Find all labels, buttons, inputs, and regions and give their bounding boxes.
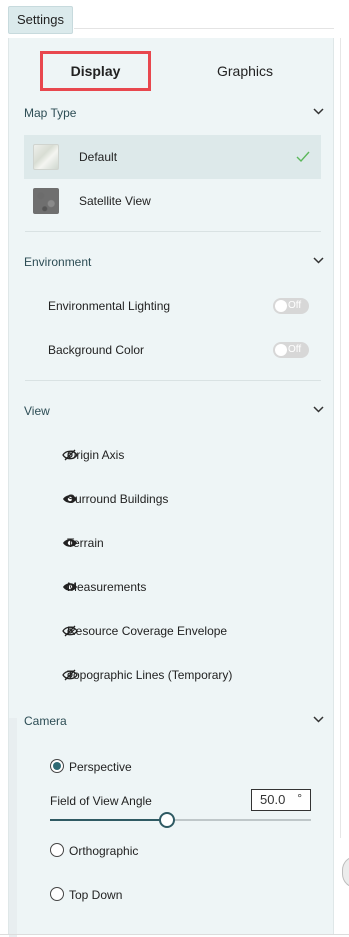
view-title: View — [24, 404, 50, 418]
fov-unit: ° — [297, 791, 302, 805]
default-map-thumbnail — [33, 144, 59, 170]
map-option-satellite[interactable]: Satellite View — [24, 179, 321, 223]
fov-slider[interactable] — [50, 812, 311, 828]
top-bar: Settings — [0, 0, 349, 38]
view-item-label: Topographic Lines (Temporary) — [67, 668, 233, 682]
chevron-down-icon — [313, 257, 324, 264]
section-header-view[interactable]: View — [24, 400, 324, 422]
settings-panel: Display Graphics Map Type Default Satell… — [8, 38, 334, 937]
top-down-radio[interactable] — [50, 887, 64, 901]
orthographic-label: Orthographic — [69, 844, 139, 858]
view-item-label: Surround Buildings — [67, 492, 169, 506]
satellite-map-thumbnail — [33, 188, 59, 214]
top-down-label: Top Down — [69, 888, 123, 902]
view-item-terrain[interactable]: Terrain — [24, 521, 321, 565]
fov-slider-fill — [50, 819, 168, 821]
map-option-default[interactable]: Default — [24, 135, 321, 179]
tab-display[interactable]: Display — [40, 51, 151, 91]
environment-lighting-label: Environmental Lighting — [48, 299, 171, 313]
section-divider — [25, 380, 321, 381]
top-divider — [74, 28, 334, 29]
toggle-state-label: Off — [288, 300, 302, 311]
view-item-surround-buildings[interactable]: Surround Buildings — [24, 477, 321, 521]
checkmark-icon — [296, 151, 310, 163]
map-type-title: Map Type — [24, 106, 77, 120]
right-divider — [340, 38, 341, 838]
chevron-down-icon — [313, 716, 324, 723]
fov-value: 50.0 — [260, 792, 286, 807]
background-color-toggle[interactable]: Off — [273, 342, 309, 358]
map-option-label: Default — [79, 150, 118, 164]
settings-button[interactable]: Settings — [8, 6, 73, 34]
fov-slider-thumb[interactable] — [159, 812, 176, 828]
perspective-label: Perspective — [69, 760, 132, 774]
panel-edge-handle[interactable] — [342, 856, 349, 888]
environment-lighting-toggle[interactable]: Off — [273, 298, 309, 314]
section-divider — [25, 231, 321, 232]
view-item-measurements[interactable]: Measurements — [24, 565, 321, 609]
toggle-state-label: Off — [288, 344, 302, 355]
section-header-map-type[interactable]: Map Type — [24, 102, 324, 124]
bottom-divider — [0, 934, 349, 935]
section-header-environment[interactable]: Environment — [24, 251, 324, 273]
view-item-resource-coverage-envelope[interactable]: Resource Coverage Envelope — [24, 609, 321, 653]
section-header-camera[interactable]: Camera — [24, 710, 324, 732]
view-item-topographic-lines[interactable]: Topographic Lines (Temporary) — [24, 653, 321, 697]
view-item-label: Origin Axis — [67, 448, 125, 462]
toggle-knob — [275, 300, 287, 312]
panel-shade — [9, 718, 17, 937]
view-item-label: Measurements — [67, 580, 147, 594]
camera-title: Camera — [24, 714, 67, 728]
chevron-down-icon — [313, 406, 324, 413]
chevron-down-icon — [313, 108, 324, 115]
background-color-label: Background Color — [48, 343, 145, 357]
toggle-knob — [275, 344, 287, 356]
view-item-origin-axis[interactable]: Origin Axis — [24, 433, 321, 477]
orthographic-radio[interactable] — [50, 843, 64, 857]
map-option-label: Satellite View — [79, 194, 151, 208]
environment-title: Environment — [24, 255, 92, 269]
view-item-label: Resource Coverage Envelope — [67, 624, 228, 638]
perspective-radio[interactable] — [50, 759, 64, 773]
view-item-label: Terrain — [67, 536, 104, 550]
fov-label: Field of View Angle — [50, 794, 152, 808]
tab-graphics[interactable]: Graphics — [185, 51, 305, 91]
fov-input[interactable]: 50.0 ° — [251, 789, 311, 811]
